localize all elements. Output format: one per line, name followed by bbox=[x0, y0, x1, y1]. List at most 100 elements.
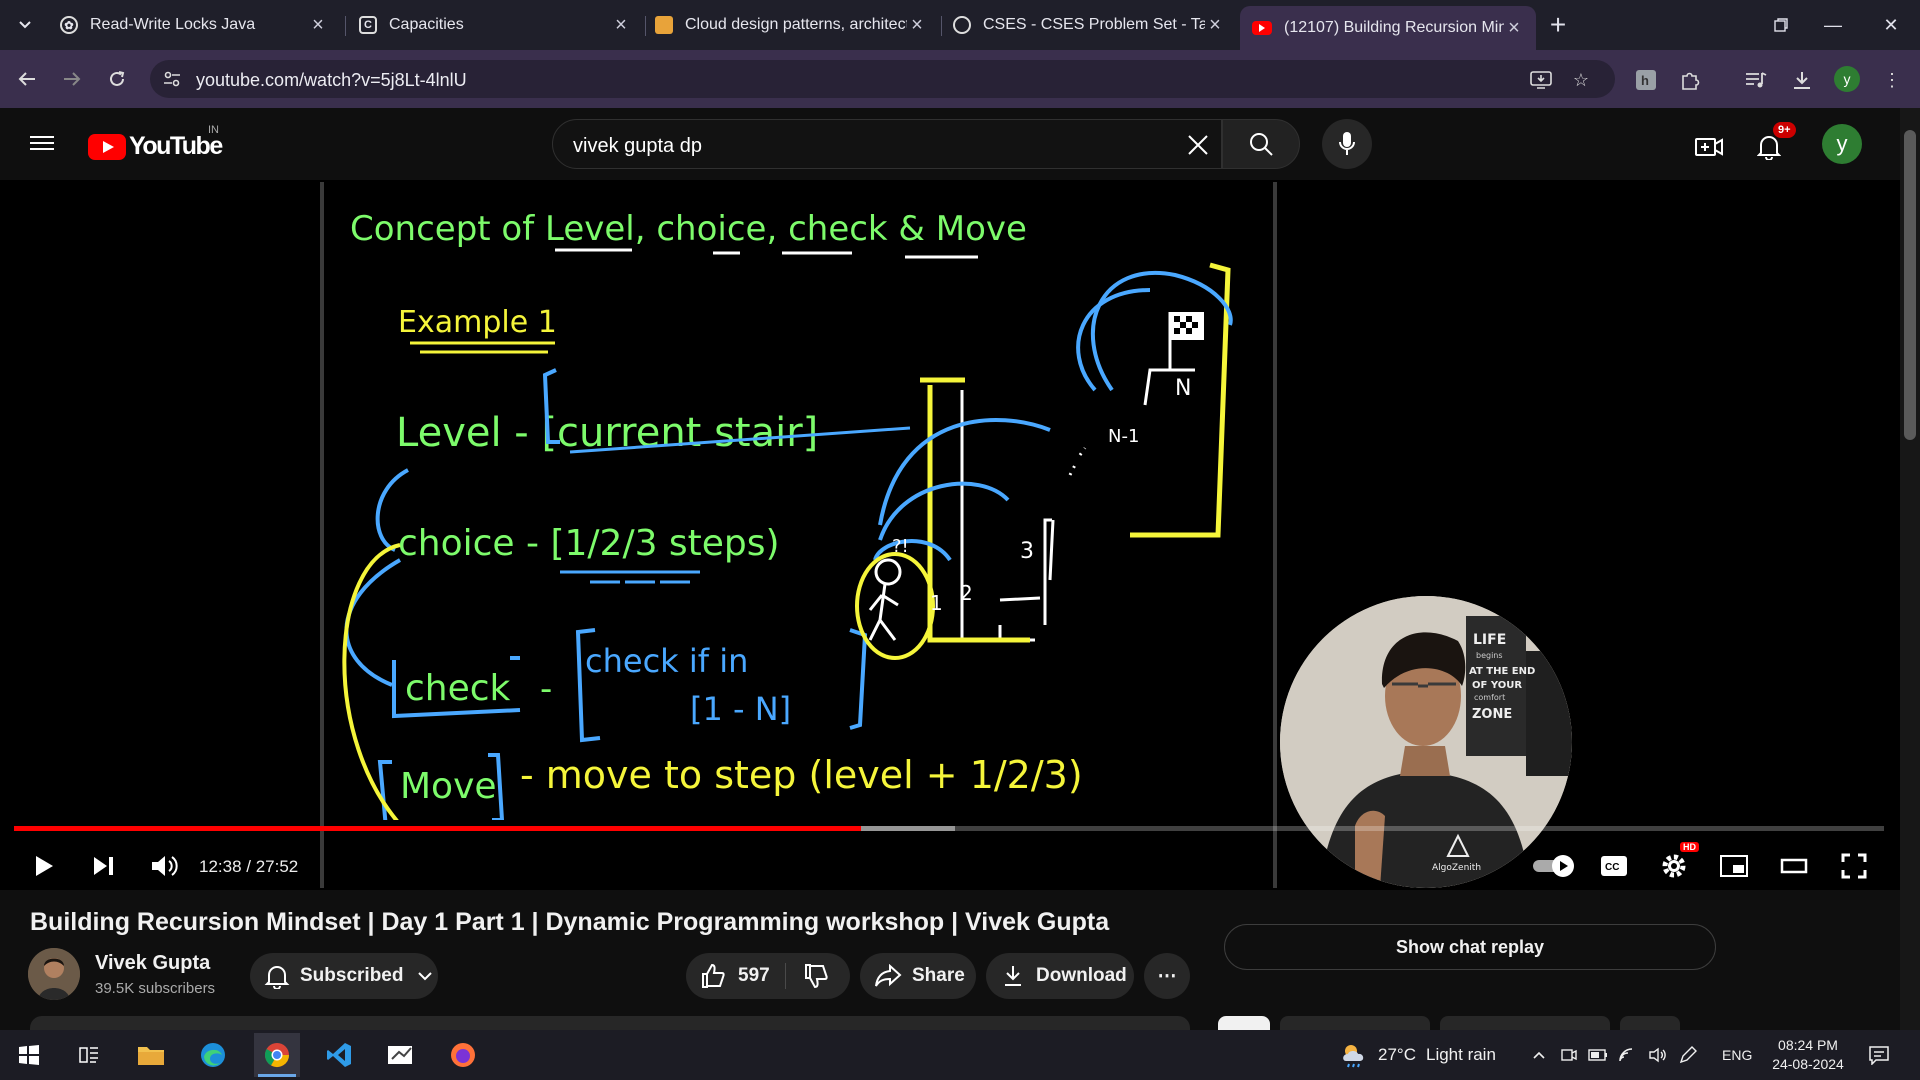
account-avatar[interactable]: y bbox=[1822, 124, 1862, 164]
speaker-icon[interactable] bbox=[1648, 1030, 1668, 1080]
stair-label-n: N bbox=[1175, 376, 1191, 401]
more-actions-button[interactable]: ⋯ bbox=[1144, 953, 1190, 999]
tray-meet-icon[interactable] bbox=[1560, 1030, 1578, 1080]
whiteboard-app[interactable] bbox=[378, 1033, 424, 1077]
miniplayer-button[interactable] bbox=[1714, 844, 1754, 888]
install-app-icon[interactable] bbox=[1530, 69, 1552, 91]
media-controls-icon[interactable] bbox=[1742, 66, 1770, 94]
fullscreen-button[interactable] bbox=[1834, 844, 1874, 888]
browser-toolbar: youtube.com/watch?v=5j8Lt-4lnlU ☆ h y ⋮ bbox=[0, 50, 1920, 108]
channel-name[interactable]: Vivek Gupta bbox=[95, 952, 210, 975]
scrollbar-thumb[interactable] bbox=[1904, 130, 1916, 440]
figure-highlight-circle bbox=[855, 552, 935, 660]
autoplay-toggle[interactable] bbox=[1526, 844, 1582, 888]
back-button[interactable] bbox=[10, 62, 44, 96]
chrome-app[interactable] bbox=[254, 1033, 300, 1077]
youtube-masthead: YouTube IN vivek gupta dp 9+ y bbox=[0, 108, 1900, 180]
close-icon[interactable]: × bbox=[611, 14, 631, 37]
youtube-logo[interactable]: YouTube IN bbox=[88, 124, 223, 161]
tab-capacities[interactable]: C Capacities × bbox=[347, 6, 643, 44]
close-window-button[interactable]: ✕ bbox=[1868, 8, 1914, 42]
seek-bar[interactable] bbox=[14, 826, 1884, 831]
filter-chip[interactable] bbox=[1280, 1016, 1430, 1030]
close-icon[interactable]: × bbox=[308, 14, 328, 37]
clear-search-icon[interactable] bbox=[1183, 130, 1213, 160]
forward-button[interactable] bbox=[55, 62, 89, 96]
close-icon[interactable]: × bbox=[1205, 14, 1225, 37]
board-move-text: - move to step (level + 1/2/3) bbox=[520, 753, 1083, 797]
edge-app[interactable] bbox=[190, 1033, 236, 1077]
extensions-puzzle-icon[interactable] bbox=[1676, 66, 1704, 94]
show-chat-replay-button[interactable]: Show chat replay bbox=[1224, 924, 1716, 970]
restore-button[interactable] bbox=[1758, 8, 1804, 42]
subscribed-button[interactable]: Subscribed bbox=[250, 953, 438, 999]
next-video-button[interactable] bbox=[84, 844, 124, 888]
play-button[interactable] bbox=[24, 844, 64, 888]
download-button[interactable]: Download bbox=[986, 953, 1134, 999]
tab-cloud-design-patterns[interactable]: Cloud design patterns, architect × bbox=[643, 6, 939, 44]
extension-h-icon[interactable]: h bbox=[1632, 66, 1660, 94]
close-icon[interactable]: × bbox=[907, 14, 927, 37]
tab-title: CSES - CSES Problem Set - Task bbox=[983, 16, 1205, 33]
tab-cses[interactable]: CSES - CSES Problem Set - Task × bbox=[941, 6, 1237, 44]
site-settings-icon[interactable] bbox=[162, 69, 182, 89]
search-query: vivek gupta dp bbox=[573, 135, 702, 157]
tab-read-write-locks[interactable]: ✿ Read-Write Locks Java × bbox=[48, 6, 340, 44]
search-button[interactable] bbox=[1222, 119, 1300, 169]
filter-chip[interactable] bbox=[1620, 1016, 1680, 1030]
video-title: Building Recursion Mindset | Day 1 Part … bbox=[30, 908, 1110, 936]
hamburger-menu-icon[interactable] bbox=[28, 132, 56, 156]
vscode-app[interactable] bbox=[316, 1033, 362, 1077]
channel-avatar[interactable] bbox=[28, 948, 80, 1000]
volume-button[interactable] bbox=[144, 844, 184, 888]
jump-arrow-top-2 bbox=[1076, 288, 1151, 392]
like-button[interactable]: 597 bbox=[686, 963, 786, 989]
tab-search-dropdown-button[interactable] bbox=[10, 10, 40, 40]
dislike-button[interactable] bbox=[786, 963, 846, 989]
address-bar[interactable]: youtube.com/watch?v=5j8Lt-4lnlU ☆ bbox=[150, 60, 1615, 98]
wifi-icon[interactable] bbox=[1618, 1030, 1638, 1080]
theater-mode-button[interactable] bbox=[1774, 844, 1814, 888]
filter-chip-all[interactable] bbox=[1218, 1016, 1270, 1030]
jump-arrow-far bbox=[878, 417, 1051, 526]
browser-profile-avatar[interactable]: y bbox=[1834, 66, 1860, 92]
language-indicator[interactable]: ENG bbox=[1722, 1030, 1752, 1080]
downloads-icon[interactable] bbox=[1788, 66, 1816, 94]
capacities-icon: C bbox=[359, 16, 377, 34]
bookmark-star-icon[interactable]: ☆ bbox=[1570, 69, 1592, 91]
captions-button[interactable]: CC bbox=[1594, 844, 1634, 888]
closed-captions-icon: CC bbox=[1601, 856, 1627, 876]
stick-figure-body bbox=[868, 583, 899, 641]
weather-widget[interactable]: 27°C Light rain bbox=[1340, 1030, 1496, 1080]
microphone-icon bbox=[1339, 132, 1355, 155]
share-button[interactable]: Share bbox=[860, 953, 976, 999]
create-video-button[interactable] bbox=[1692, 130, 1726, 164]
search-input[interactable]: vivek gupta dp bbox=[552, 119, 1222, 169]
battery-icon[interactable] bbox=[1588, 1030, 1608, 1080]
bell-icon bbox=[1757, 136, 1781, 160]
tab-youtube-active[interactable]: (12107) Building Recursion Min × bbox=[1240, 6, 1536, 50]
video-player[interactable]: Concept of Level, choice, check & Move E… bbox=[0, 180, 1900, 890]
close-icon[interactable]: × bbox=[1504, 17, 1524, 40]
system-clock[interactable]: 08:24 PM 24-08-2024 bbox=[1768, 1036, 1848, 1074]
azure-icon bbox=[655, 16, 673, 34]
show-hidden-icons-button[interactable] bbox=[1532, 1030, 1546, 1080]
browser-menu-kebab-icon[interactable]: ⋮ bbox=[1878, 66, 1906, 94]
new-tab-button[interactable]: + bbox=[1542, 9, 1574, 41]
task-view-button[interactable] bbox=[66, 1033, 112, 1077]
page-scrollbar[interactable] bbox=[1900, 108, 1920, 1030]
file-explorer-app[interactable] bbox=[128, 1033, 174, 1077]
download-label: Download bbox=[1036, 965, 1127, 986]
pen-icon[interactable] bbox=[1678, 1030, 1698, 1080]
stair-label-2: 2 bbox=[960, 581, 973, 605]
reload-button[interactable] bbox=[100, 62, 134, 96]
watermark-text: AlgoZenith bbox=[1432, 863, 1481, 873]
voice-search-button[interactable] bbox=[1322, 119, 1372, 169]
start-button[interactable] bbox=[6, 1033, 52, 1077]
firefox-app[interactable] bbox=[440, 1033, 486, 1077]
notification-center-button[interactable] bbox=[1868, 1030, 1890, 1080]
filter-chip[interactable] bbox=[1440, 1016, 1610, 1030]
windows-logo-icon bbox=[19, 1045, 39, 1065]
description-box[interactable] bbox=[30, 1016, 1190, 1030]
clock-date: 24-08-2024 bbox=[1772, 1056, 1844, 1072]
